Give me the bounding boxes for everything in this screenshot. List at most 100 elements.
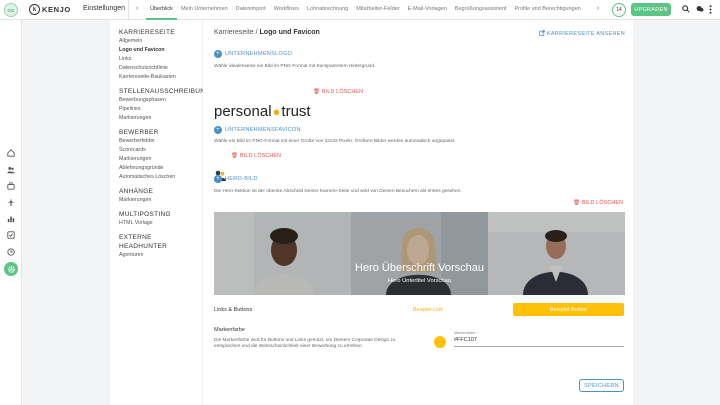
menu-item-allgemein[interactable]: Allgemein [110, 37, 202, 46]
view-career-page-link[interactable]: KARRIERESEITE ANSEHEN [539, 30, 625, 37]
tab-datenimport[interactable]: Datenimport [232, 0, 270, 20]
menu-item-baukasten[interactable]: Karriereseite-Baukasten [110, 73, 202, 82]
checklist-icon[interactable] [6, 230, 16, 240]
menu-item-logo-favicon[interactable]: Logo und Favicon [110, 46, 202, 55]
add-icon: + [214, 175, 222, 183]
delete-hero-label: BILD LÖSCHEN [581, 200, 624, 206]
home-icon[interactable] [6, 148, 16, 158]
menu-item-bewerbungsphasen[interactable]: Bewerbungsphasen [110, 96, 202, 105]
breadcrumb-parent[interactable]: Karriereseite / [214, 29, 260, 36]
logo-description: Wähle idealerweise ein Bild im PNG-Forma… [214, 64, 376, 69]
main-panel: Karriereseite / Logo und Favicon KARRIER… [203, 20, 633, 405]
tab-lohnabrechnung[interactable]: Lohnabrechnung [303, 0, 352, 20]
breadcrumb-current: Logo und Favicon [259, 29, 320, 36]
page-title: Einstellungen [83, 5, 126, 12]
menu-section-title: EXTERNE HEADHUNTER [119, 234, 168, 250]
more-menu-icon[interactable] [709, 5, 712, 16]
logo-heading-label: UNTERNEHMENSLOGO [225, 51, 293, 57]
menu-section-title: MULTIPOSTING [119, 211, 171, 218]
hero-title-preview: Hero Überschrift Vorschau [355, 262, 484, 274]
search-icon[interactable] [682, 5, 690, 15]
chevron-right-icon[interactable]: › [597, 5, 599, 12]
bar-chart-icon[interactable] [6, 214, 16, 224]
menu-item-agenturen[interactable]: Agenturen [110, 251, 202, 260]
avatar[interactable]: OO [4, 3, 18, 17]
menu-item-markierungen[interactable]: Markierungen [110, 155, 202, 164]
people-icon[interactable] [6, 165, 16, 175]
menu-section-title: ANHÄNGE [119, 188, 154, 195]
upgrade-button[interactable]: UPGRADEN [631, 3, 671, 16]
hero-subtitle-preview: Hero Untertitel Vorschau [387, 278, 452, 284]
top-bar: OO k KENJO Einstellungen ‹ Überblick Mei… [0, 0, 720, 20]
external-link-icon [539, 30, 545, 36]
brand-color-input[interactable] [454, 337, 624, 343]
kenjo-logo[interactable]: k KENJO [29, 4, 71, 15]
logo-preview-right: trust [281, 103, 311, 120]
settings-tabs: Überblick Mein Unternehmen Datenimport W… [146, 0, 592, 20]
trash-icon: 🗑 [573, 200, 580, 206]
favicon-description: Wähle ein Bild im PNG-Format mit einer G… [214, 139, 456, 144]
app-rail [0, 20, 22, 405]
logo-preview-left: personal [214, 103, 272, 120]
tab-workflows[interactable]: Workflows [270, 0, 303, 20]
hero-heading-label: HERO-BILD [225, 176, 258, 182]
brand-color-swatch[interactable] [434, 336, 446, 348]
trash-icon: 🗑 [313, 89, 320, 95]
kenjo-logo-icon: k [29, 4, 40, 15]
logo-section-heading[interactable]: + UNTERNEHMENSLOGO [214, 50, 292, 58]
menu-section-title: KARRIERESEITE [119, 29, 175, 36]
save-button[interactable]: SPEICHERN [579, 379, 624, 392]
company-logo-preview: personal ● trust [214, 103, 311, 120]
favicon-section-heading[interactable]: + UNTERNEHMENSFAVICON [214, 126, 301, 134]
logo-mark-icon: ● [272, 104, 281, 119]
tab-profile-berechtigungen[interactable]: Profile und Berechtigungen [510, 0, 584, 20]
menu-item-scorecards[interactable]: Scorecards [110, 146, 202, 155]
delete-logo-label: BILD LÖSCHEN [321, 89, 364, 95]
sample-button[interactable]: Beispiel-Button [513, 303, 624, 316]
tab-ueberblick[interactable]: Überblick [146, 0, 177, 20]
chevron-left-icon[interactable]: ‹ [136, 5, 138, 12]
delete-favicon-label: BILD LÖSCHEN [239, 153, 282, 159]
tab-mein-unternehmen[interactable]: Mein Unternehmen [177, 0, 232, 20]
menu-section-title: STELLENAUSSCHREIBUNG [119, 88, 211, 95]
menu-item-datenschutz[interactable]: Datenschutzrichtlinie [110, 64, 202, 73]
notification-count-badge[interactable]: 14 [612, 3, 626, 17]
briefcase-icon[interactable] [6, 181, 16, 191]
divider [128, 0, 129, 20]
plane-icon[interactable] [6, 197, 16, 207]
chat-icon[interactable] [696, 5, 704, 15]
hero-description: Die Hero-Sektion ist der oberste Abschni… [214, 189, 462, 194]
settings-menu: KARRIERESEITE Allgemein Logo und Favicon… [110, 20, 211, 405]
menu-item-automatisches-loeschen[interactable]: Automatisches Löschen [110, 173, 202, 182]
logo-text: KENJO [42, 5, 71, 14]
menu-item-markierungen[interactable]: Markierungen [110, 196, 202, 205]
brand-color-label: Markenfarbe [214, 327, 245, 333]
delete-favicon-button[interactable]: 🗑 BILD LÖSCHEN [231, 153, 281, 159]
delete-logo-button[interactable]: 🗑 BILD LÖSCHEN [313, 89, 363, 95]
trash-icon: 🗑 [231, 153, 238, 159]
breadcrumb: Karriereseite / Logo und Favicon [214, 29, 320, 36]
view-career-page-label: KARRIERESEITE ANSEHEN [546, 31, 625, 37]
menu-item-html-vorlage[interactable]: HTML Vorlage [110, 219, 202, 228]
menu-item-pipelines[interactable]: Pipelines [110, 105, 202, 114]
delete-hero-button[interactable]: 🗑 BILD LÖSCHEN [573, 200, 623, 206]
menu-item-bewerberfelder[interactable]: Bewerberfelder [110, 137, 202, 146]
tab-begruessungsassistent[interactable]: Begrüßungsassistent [451, 0, 511, 20]
clock-icon[interactable] [6, 247, 16, 257]
menu-item-markierungen[interactable]: Markierungen [110, 114, 202, 123]
brand-color-description: Die Markenfarbe wird für Buttons und Lin… [214, 338, 396, 349]
menu-item-links[interactable]: Links [110, 55, 202, 64]
settings-gear-icon[interactable] [4, 262, 18, 276]
menu-section-title: BEWERBER [119, 129, 159, 136]
tab-mitarbeiter-felder[interactable]: Mitarbeiter-Felder [352, 0, 403, 20]
sample-link[interactable]: Beispiel-Link [413, 307, 443, 313]
tab-email-vorlagen[interactable]: E-Mail-Vorlagen [404, 0, 451, 20]
add-icon: + [214, 50, 222, 58]
menu-item-ablehnungsgruende[interactable]: Ablehnungsgründe [110, 164, 202, 173]
links-buttons-label: Links & Buttons [214, 307, 253, 313]
add-icon: + [214, 126, 222, 134]
hero-section-heading[interactable]: + HERO-BILD [214, 175, 258, 183]
favicon-heading-label: UNTERNEHMENSFAVICON [225, 127, 301, 133]
brand-color-field: Markenfarbe * [454, 331, 624, 347]
hero-image-preview: Hero Überschrift Vorschau Hero Untertite… [214, 212, 625, 295]
